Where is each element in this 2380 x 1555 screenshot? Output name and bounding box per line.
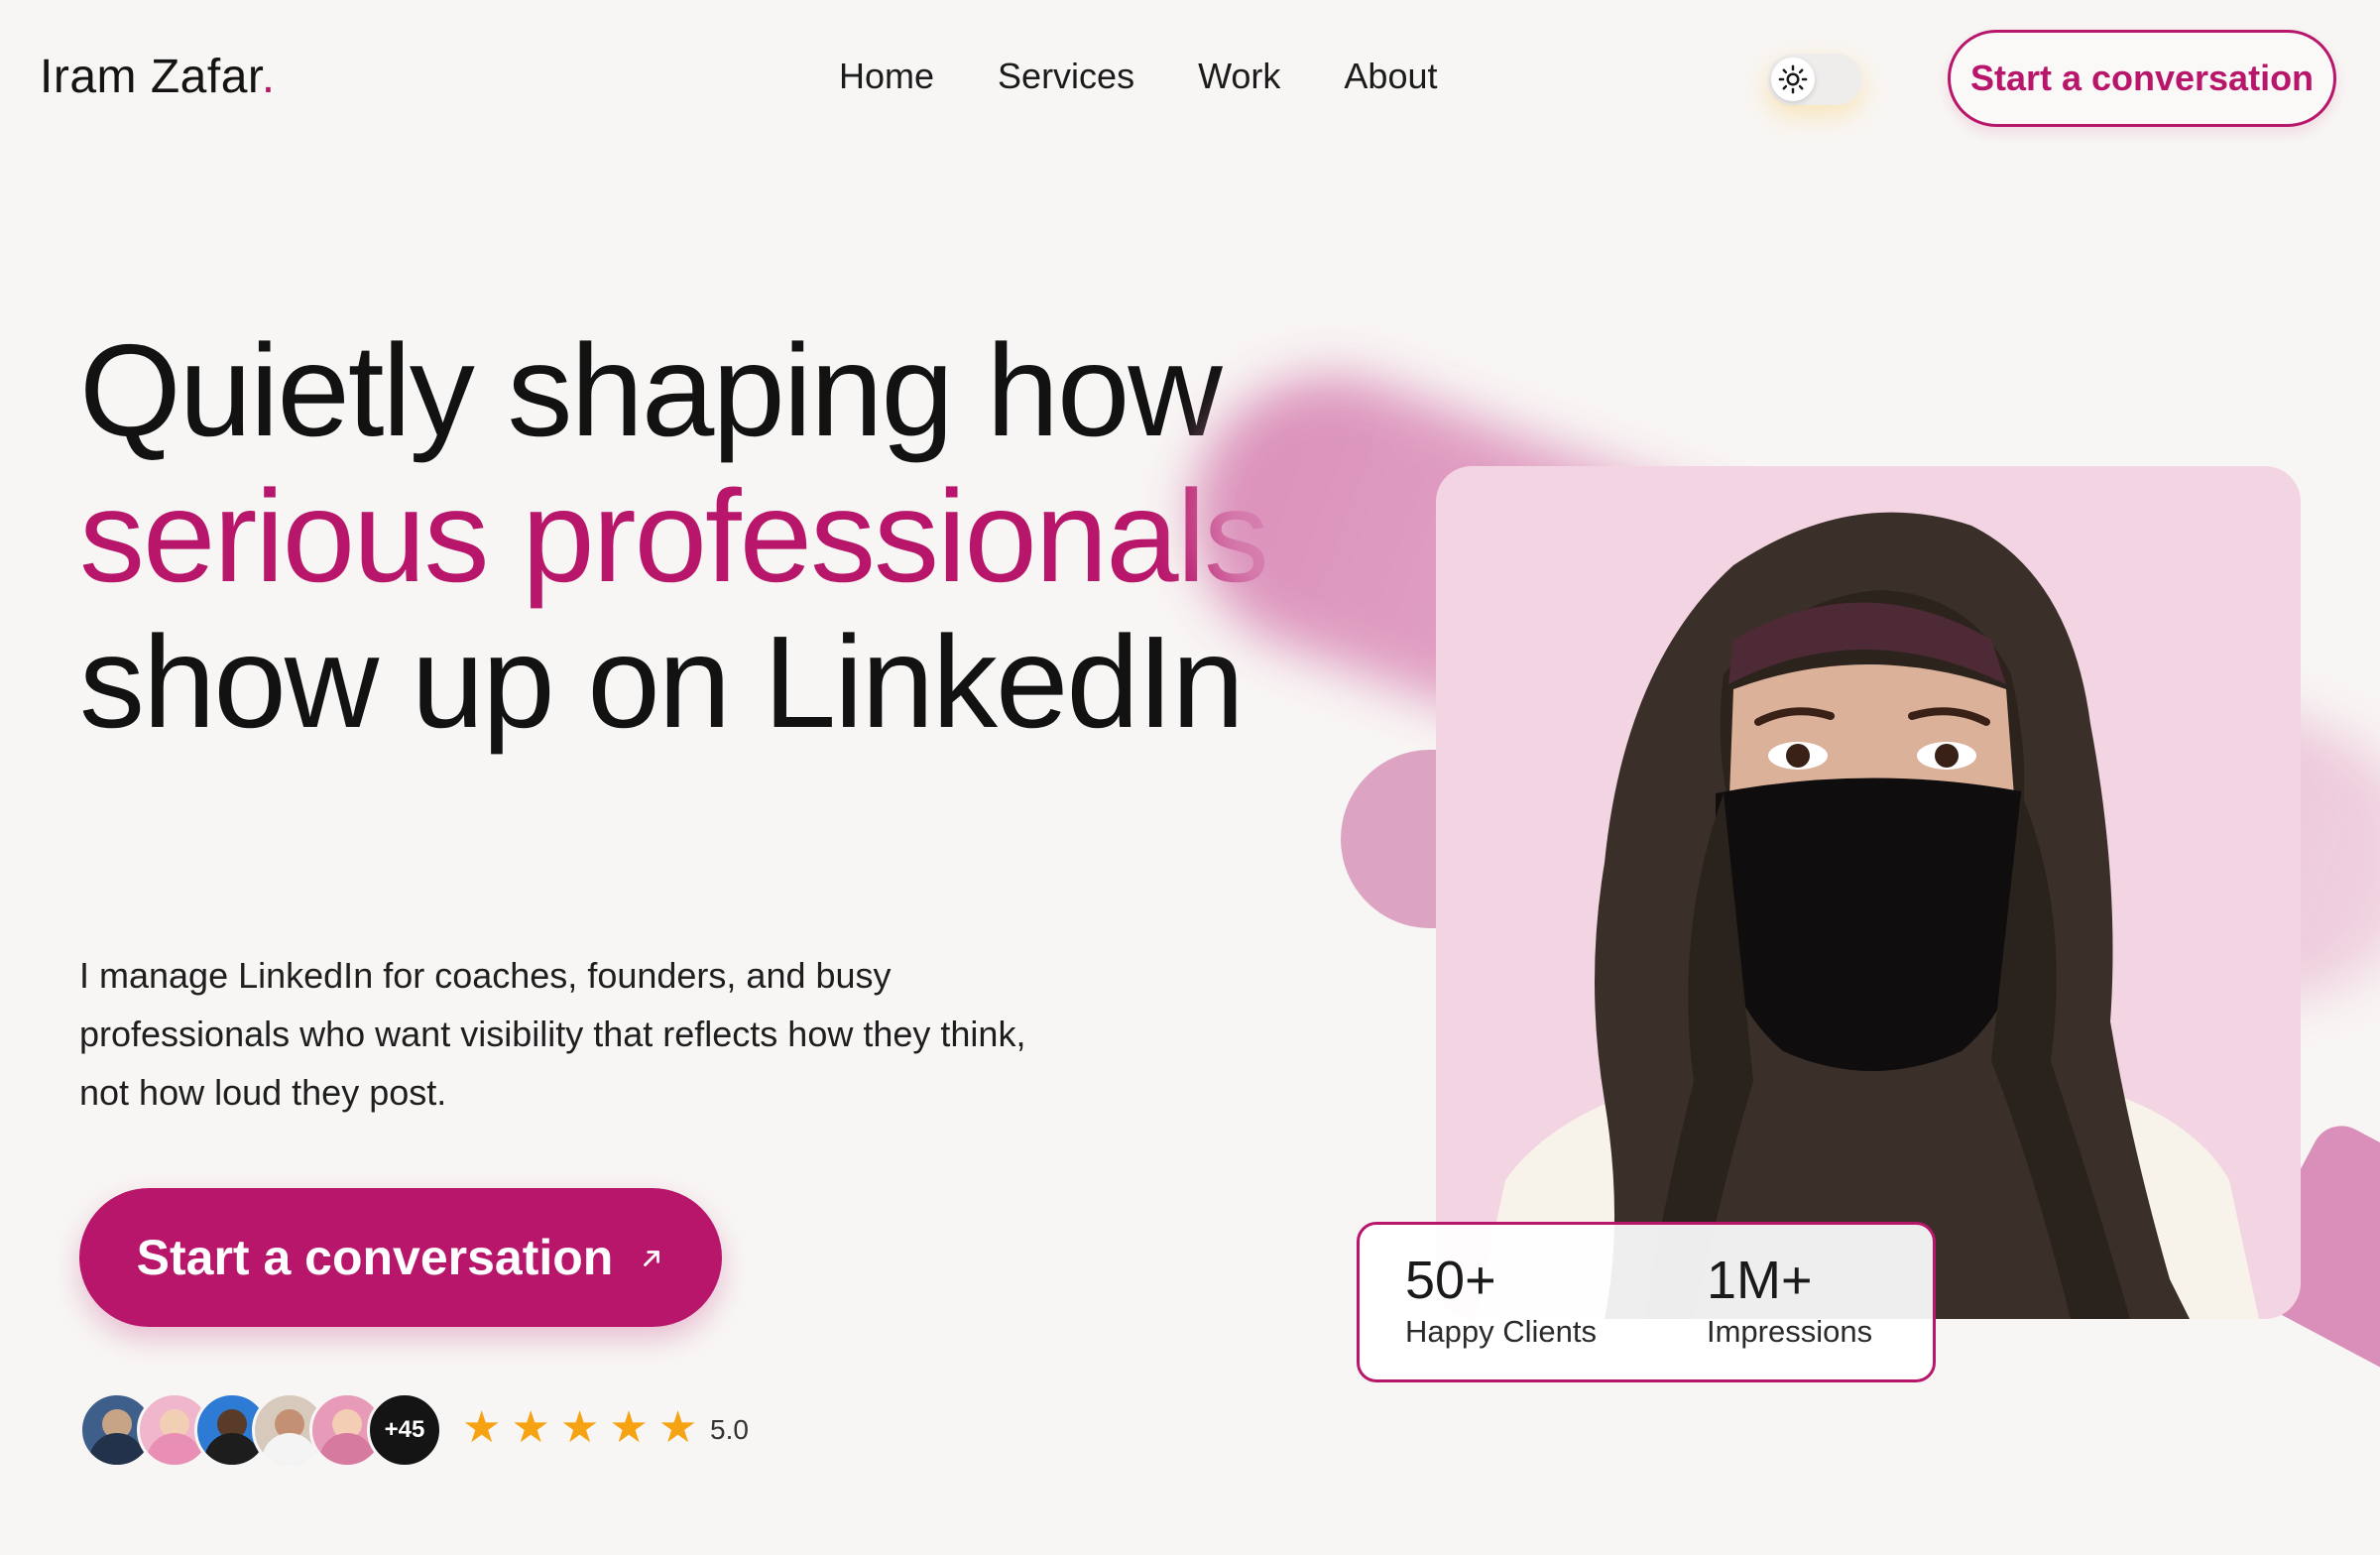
hero-subcopy: I manage LinkedIn for coaches, founders,… (79, 955, 1026, 1113)
stat-label: Happy Clients (1405, 1314, 1597, 1349)
stat-label: Impressions (1707, 1314, 1873, 1349)
logo-dot: . (261, 51, 276, 103)
sun-icon (1778, 64, 1808, 94)
star-icon: ★ (609, 1403, 649, 1452)
portrait-image (1476, 512, 2259, 1319)
headline-part-1: Quietly shaping how (79, 317, 1223, 463)
client-avatars: +45 (79, 1392, 442, 1468)
hero-headline: Quietly shaping how serious professional… (79, 317, 1309, 755)
more-clients-badge: +45 (367, 1392, 442, 1468)
nav-link-home[interactable]: Home (839, 56, 934, 97)
logo[interactable]: Iram Zafar. (40, 50, 276, 104)
theme-toggle-knob (1771, 58, 1815, 101)
nav-links: Home Services Work About (839, 56, 1438, 97)
stat-value: 50+ (1405, 1251, 1496, 1310)
star-icon: ★ (657, 1403, 698, 1452)
star-icon: ★ (559, 1403, 600, 1452)
theme-toggle[interactable] (1767, 54, 1862, 105)
headline-accent: serious professionals (79, 463, 1269, 609)
star-icon: ★ (462, 1403, 502, 1452)
hero-start-conversation-button[interactable]: Start a conversation (79, 1188, 722, 1327)
stat-value: 1M+ (1707, 1251, 1813, 1310)
rating-stars: ★ ★ ★ ★ ★ (462, 1404, 697, 1452)
stats-card: 50+ Happy Clients 1M+ Impressions (1357, 1222, 1936, 1382)
star-icon: ★ (511, 1403, 550, 1452)
portrait-card (1436, 466, 2301, 1319)
hero-cta-label: Start a conversation (136, 1230, 614, 1285)
nav-link-services[interactable]: Services (998, 56, 1134, 97)
logo-name: Iram Zafar (40, 51, 262, 103)
nav-link-about[interactable]: About (1344, 56, 1437, 97)
nav-start-conversation-button[interactable]: Start a conversation (1948, 30, 2336, 127)
rating-value: 5.0 (710, 1414, 749, 1445)
headline-part-2: show up on LinkedIn (79, 609, 1245, 755)
stat-happy-clients: 50+ Happy Clients (1405, 1251, 1597, 1350)
top-nav: Iram Zafar. Home Services Work About Sta… (0, 0, 2380, 159)
nav-link-work[interactable]: Work (1198, 56, 1280, 97)
arrow-up-right-icon (639, 1239, 664, 1280)
stat-impressions: 1M+ Impressions (1707, 1251, 1872, 1350)
